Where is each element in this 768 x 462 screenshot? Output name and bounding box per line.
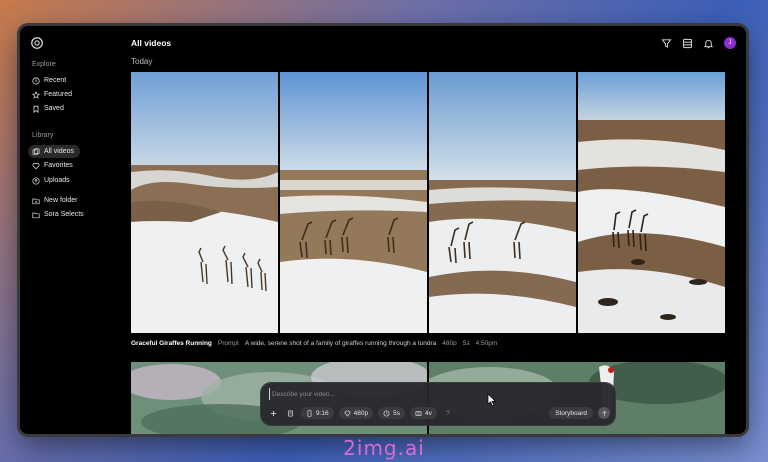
aspect-ratio-icon <box>307 409 312 417</box>
explore-section-label: Explore <box>32 61 56 68</box>
variations-icon <box>415 410 422 416</box>
sidebar-item-sora-selects[interactable]: Sora Selects <box>28 208 94 221</box>
new-folder-icon <box>32 197 40 205</box>
sidebar-item-favorites[interactable]: Favorites <box>28 159 80 172</box>
sidebar-item-label: All videos <box>44 148 74 155</box>
heart-icon <box>32 162 40 170</box>
diamond-icon <box>344 410 351 417</box>
sidebar-item-new-folder[interactable]: New folder <box>28 194 88 207</box>
sidebar-item-label: Sora Selects <box>44 211 84 218</box>
main-content: All videos Today J Graceful Giraffes Run… <box>131 26 746 434</box>
video-time: 4:50pm <box>475 340 498 347</box>
top-toolbar: J <box>661 37 736 49</box>
sidebar-item-saved[interactable]: Saved <box>28 102 80 115</box>
page-title: All videos <box>131 38 172 48</box>
duration-value: 5s <box>393 409 400 417</box>
video-title[interactable]: Graceful Giraffes Running <box>131 340 212 347</box>
sidebar-item-label: Featured <box>44 91 73 98</box>
resolution-value: 480p <box>353 409 369 417</box>
upload-icon <box>32 176 40 185</box>
resolution-button[interactable]: 480p <box>338 407 374 419</box>
bookmark-icon <box>32 105 40 113</box>
library-section-label: Library <box>32 132 54 139</box>
prompt-input[interactable] <box>269 388 519 400</box>
prompt-label: Prompt <box>217 340 239 347</box>
grid-view-icon[interactable] <box>682 38 693 49</box>
mouse-cursor-icon <box>487 393 497 407</box>
sora-logo-icon[interactable] <box>30 36 44 50</box>
prompt-text: A wide, serene shot of a family of giraf… <box>244 340 437 347</box>
sidebar-item-label: Favorites <box>44 162 73 169</box>
preset-button[interactable] <box>284 407 296 419</box>
prompt-composer: 9:16 480p 5s 4v ? Storyboard <box>261 383 615 425</box>
app-window: Explore Recent Featured Saved Library Al… <box>20 26 746 434</box>
video-duration: 5s <box>462 340 470 347</box>
composer-toolbar: 9:16 480p 5s 4v ? <box>267 407 454 419</box>
arrow-up-icon <box>601 410 607 416</box>
sidebar-item-uploads[interactable]: Uploads <box>28 174 80 187</box>
clock-icon <box>383 410 390 416</box>
aspect-ratio-value: 9:16 <box>316 409 329 417</box>
video-thumbnail[interactable] <box>429 72 576 333</box>
video-thumbnail[interactable] <box>280 72 427 333</box>
sidebar-item-all-videos[interactable]: All videos <box>28 145 80 158</box>
video-thumbnail[interactable] <box>578 72 725 333</box>
watermark: 2img.ai <box>343 436 425 460</box>
add-button[interactable] <box>267 407 279 419</box>
filter-icon[interactable] <box>661 38 672 49</box>
preset-icon <box>287 410 293 416</box>
star-icon <box>32 90 40 99</box>
sidebar-item-recent[interactable]: Recent <box>28 74 80 87</box>
help-label: ? <box>446 409 450 417</box>
plus-icon <box>270 410 276 416</box>
help-button[interactable]: ? <box>442 407 454 419</box>
sidebar-item-label: Uploads <box>44 177 70 184</box>
submit-button[interactable] <box>598 407 610 419</box>
storyboard-button[interactable]: Storyboard <box>549 407 593 419</box>
folder-icon <box>32 211 40 219</box>
sidebar-item-label: Recent <box>44 77 67 84</box>
aspect-ratio-button[interactable]: 9:16 <box>301 407 334 419</box>
duration-button[interactable]: 5s <box>378 407 405 419</box>
videos-icon <box>32 147 40 156</box>
variations-value: 4v <box>425 409 432 417</box>
variations-button[interactable]: 4v <box>410 407 437 419</box>
recent-icon <box>32 76 40 85</box>
sidebar-item-label: New folder <box>44 197 78 204</box>
video-thumbnail[interactable] <box>131 72 278 333</box>
sidebar-item-featured[interactable]: Featured <box>28 88 80 101</box>
sidebar: Explore Recent Featured Saved Library Al… <box>20 26 124 434</box>
video-meta: Graceful Giraffes Running Prompt A wide,… <box>131 340 497 347</box>
avatar[interactable]: J <box>724 37 736 49</box>
bell-icon[interactable] <box>703 38 714 49</box>
video-resolution: 480p <box>442 340 457 347</box>
section-date: Today <box>131 57 153 66</box>
sidebar-item-label: Saved <box>44 105 64 112</box>
